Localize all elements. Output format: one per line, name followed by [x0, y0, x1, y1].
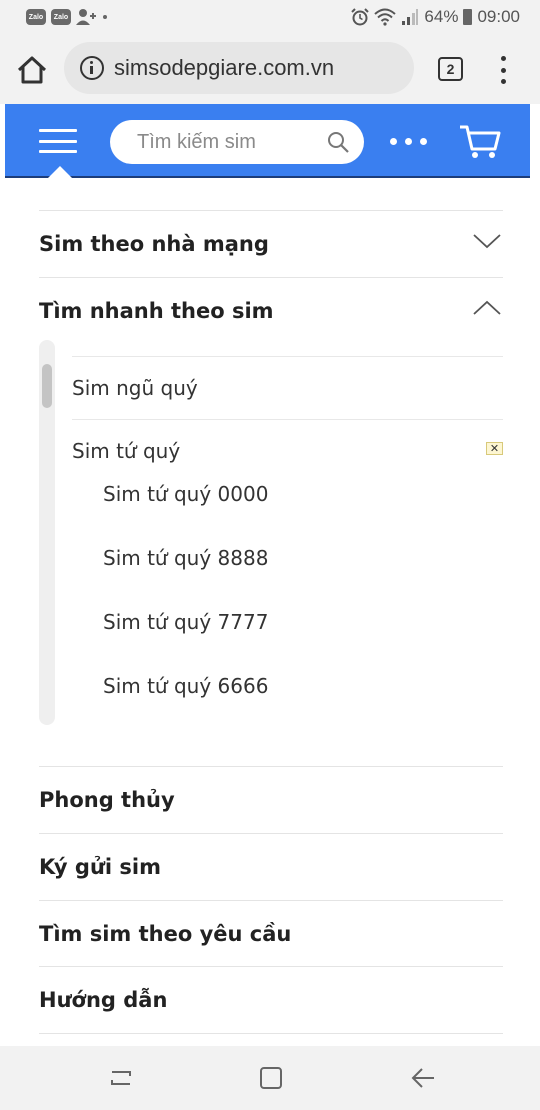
menu-item-label: Sim theo nhà mạng — [39, 231, 269, 256]
hamburger-icon[interactable] — [39, 129, 77, 153]
tab-switcher-button[interactable]: 2 — [438, 57, 463, 81]
chevron-up-icon[interactable] — [473, 300, 501, 316]
submenu-item-label: Sim tứ quý 6666 — [103, 674, 269, 698]
clock: 09:00 — [477, 7, 520, 26]
site-header — [5, 104, 530, 178]
submenu-item-tu-quy-8888[interactable]: Sim tứ quý 8888 — [103, 543, 483, 573]
submenu-item-tu-quy-7777[interactable]: Sim tứ quý 7777 — [103, 607, 483, 637]
submenu-item-label: Sim tứ quý 8888 — [103, 546, 269, 570]
menu-item-ky-gui-sim[interactable]: Ký gửi sim — [39, 833, 503, 899]
search-box[interactable] — [110, 120, 364, 164]
submenu-scrollbar[interactable] — [39, 340, 55, 725]
submenu-item-sim-ngu-quy[interactable]: Sim ngũ quý — [72, 356, 503, 418]
status-notifications: Zalo Zalo — [26, 8, 109, 26]
dot-icon — [103, 15, 107, 19]
chevron-down-icon[interactable] — [473, 233, 501, 249]
more-dots-icon[interactable] — [390, 138, 427, 145]
scrollbar-thumb[interactable] — [42, 364, 52, 408]
menu-item-label: Tìm nhanh theo sim — [39, 298, 274, 323]
menu-item-phong-thuy[interactable]: Phong thủy — [39, 766, 503, 832]
menu-item-huong-dan[interactable]: Hướng dẫn — [39, 966, 503, 1032]
menu-item-label: Tìm sim theo yêu cầu — [39, 921, 292, 946]
menu-pointer — [48, 166, 72, 178]
address-bar[interactable]: simsodepgiare.com.vn — [64, 42, 414, 94]
person-add-icon — [76, 9, 96, 25]
submenu-item-label: Sim ngũ quý — [72, 375, 198, 400]
zalo-notification-icon: Zalo — [26, 9, 46, 25]
submenu-item-label: Sim tứ quý 7777 — [103, 610, 269, 634]
close-icon[interactable]: ✕ — [486, 442, 503, 455]
menu-item-tim-sim-theo-yeu-cau[interactable]: Tìm sim theo yêu cầu — [39, 900, 503, 966]
search-icon[interactable] — [326, 130, 350, 154]
status-indicators: 64% 09:00 — [351, 7, 520, 27]
menu-item-tim-nhanh-theo-sim[interactable]: Tìm nhanh theo sim — [39, 277, 503, 343]
back-icon[interactable] — [410, 1066, 436, 1090]
wifi-icon — [374, 8, 397, 26]
cart-icon[interactable] — [459, 124, 501, 160]
status-bar: Zalo Zalo 64% 09:00 — [0, 0, 540, 34]
menu-item-sim-theo-nha-mang[interactable]: Sim theo nhà mạng — [39, 210, 503, 276]
system-nav-bar — [0, 1046, 540, 1110]
search-input[interactable] — [137, 130, 317, 154]
nav-menu: Sim theo nhà mạng Tìm nhanh theo sim Sim… — [5, 178, 530, 1046]
browser-toolbar: simsodepgiare.com.vn 2 — [0, 34, 540, 104]
home-icon[interactable] — [16, 55, 48, 85]
submenu-item-label: Sim tứ quý 0000 — [103, 482, 269, 506]
submenu-item-tu-quy-6666[interactable]: Sim tứ quý 6666 — [103, 671, 483, 701]
submenu-tim-nhanh: Sim ngũ quý Sim tứ quý ✕ Sim tứ quý 0000… — [39, 340, 503, 725]
menu-item-label: Phong thủy — [39, 787, 175, 812]
battery-percent: 64% — [424, 7, 459, 26]
submenu-item-tu-quy-0000[interactable]: Sim tứ quý 0000 — [103, 479, 483, 509]
battery-icon — [463, 9, 473, 25]
kebab-menu-icon[interactable] — [498, 56, 508, 84]
recent-apps-icon[interactable] — [108, 1066, 134, 1090]
menu-item-label: Ký gửi sim — [39, 854, 162, 879]
home-square-icon[interactable] — [258, 1066, 284, 1090]
menu-item-label: Hướng dẫn — [39, 987, 168, 1012]
menu-divider — [39, 1033, 503, 1046]
zalo-notification-icon: Zalo — [51, 9, 71, 25]
submenu-item-label: Sim tứ quý — [72, 438, 181, 463]
signal-icon — [402, 9, 419, 25]
alarm-icon — [351, 8, 370, 26]
submenu-item-sim-tu-quy[interactable]: Sim tứ quý ✕ — [72, 419, 503, 481]
info-icon[interactable] — [80, 56, 104, 80]
url-text: simsodepgiare.com.vn — [114, 55, 335, 80]
